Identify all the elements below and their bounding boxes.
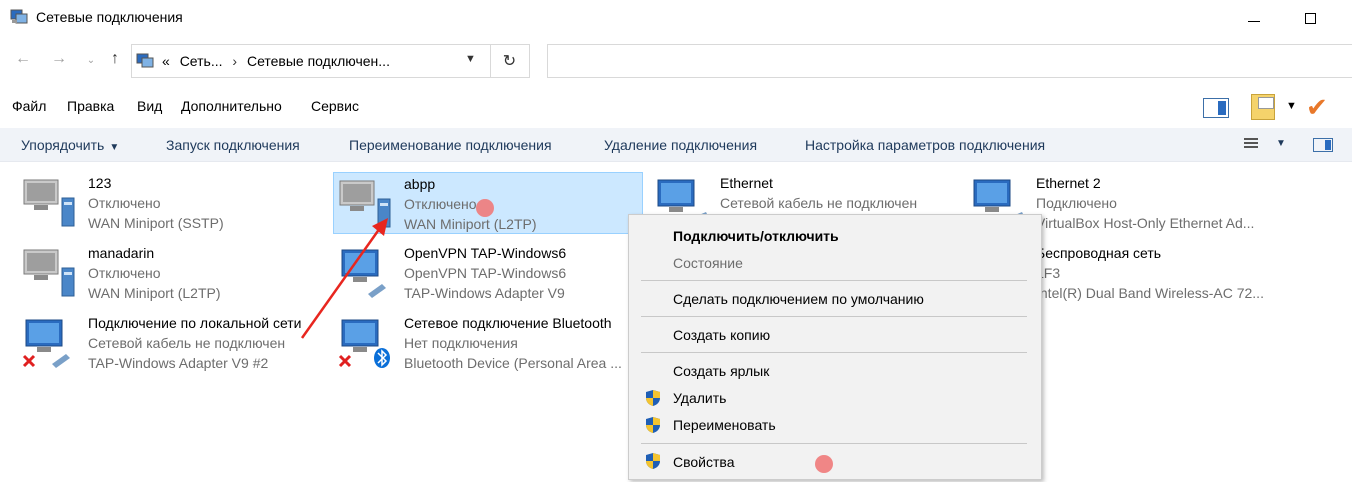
annotation-arrow xyxy=(300,218,388,339)
